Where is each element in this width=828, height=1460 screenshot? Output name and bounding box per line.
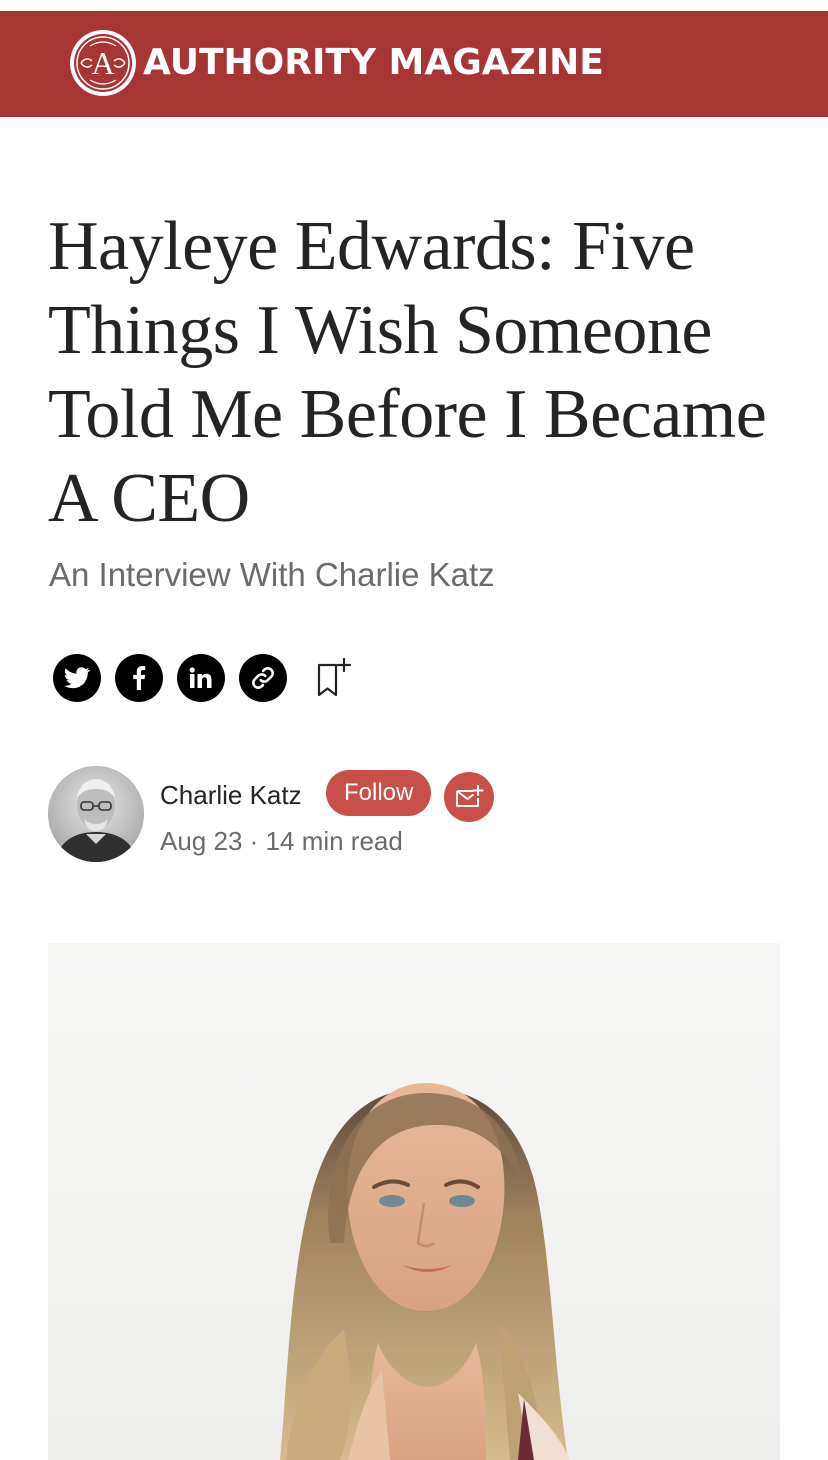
facebook-icon [133, 666, 146, 690]
bookmark-button[interactable] [313, 654, 357, 702]
share-toolbar [53, 654, 357, 702]
logo-letter: A [91, 45, 114, 81]
portrait-photo [48, 943, 780, 1460]
article-meta: Aug 23 · 14 min read [160, 824, 403, 858]
publication-header: A AUTHORITY MAGAZINE [0, 11, 828, 117]
read-time: 14 min read [265, 826, 403, 856]
article-subtitle: An Interview With Charlie Katz [49, 556, 495, 593]
hero-image [48, 943, 780, 1460]
linkedin-share-button[interactable] [177, 654, 225, 702]
email-subscribe-icon [456, 785, 484, 807]
author-portrait [48, 766, 144, 862]
author-byline: Charlie Katz Follow Aug 23 · 14 min read [48, 766, 788, 866]
email-subscribe-button[interactable] [444, 772, 494, 822]
twitter-share-button[interactable] [53, 654, 101, 702]
publication-name[interactable]: AUTHORITY MAGAZINE [143, 41, 604, 85]
bookmark-add-icon [317, 657, 352, 697]
author-avatar[interactable] [48, 766, 144, 862]
meta-separator: · [249, 826, 259, 856]
authority-magazine-logo[interactable]: A [68, 28, 138, 98]
linkedin-icon [189, 667, 212, 688]
facebook-share-button[interactable] [115, 654, 163, 702]
copy-link-button[interactable] [239, 654, 287, 702]
publish-date: Aug 23 [160, 826, 243, 856]
author-name[interactable]: Charlie Katz [160, 778, 302, 812]
follow-button[interactable]: Follow [326, 770, 432, 816]
link-icon [252, 667, 274, 689]
article-title: Hayleye Edwards: Five Things I Wish Some… [48, 208, 767, 537]
twitter-icon [64, 667, 90, 689]
